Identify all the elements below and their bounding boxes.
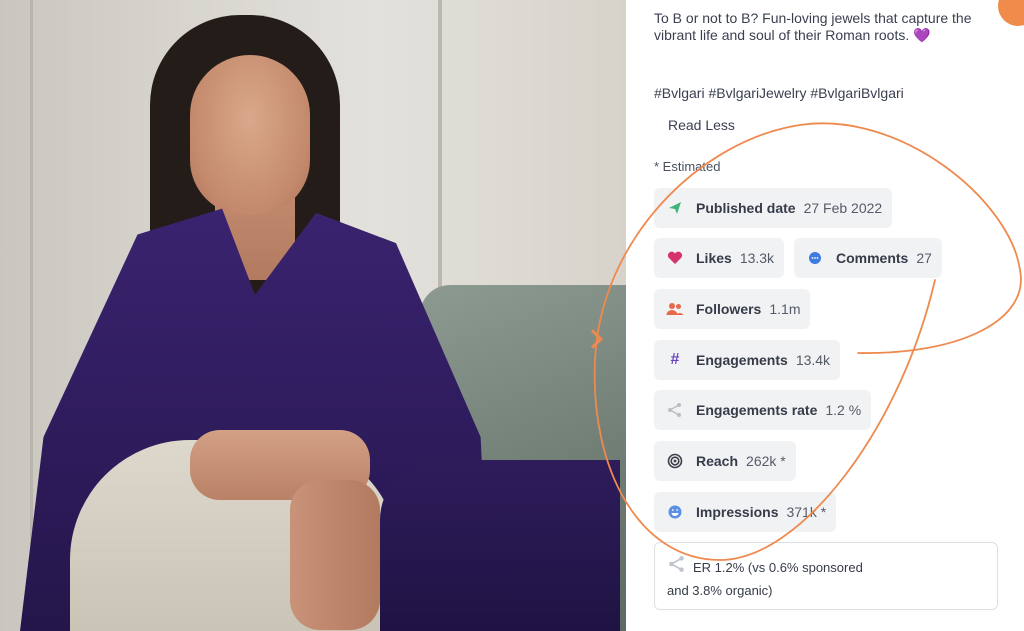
dress-skirt	[380, 460, 620, 631]
stat-comments: Comments 27	[794, 238, 942, 278]
stat-label: Published date	[696, 200, 796, 216]
stat-value: 13.3k	[739, 250, 775, 266]
hand-lower	[290, 480, 380, 630]
stat-engagements-rate: Engagements rate 1.2 %	[654, 390, 872, 430]
er-summary-line2: and 3.8% organic)	[667, 583, 773, 598]
stat-engagements: # Engagements 13.4k	[654, 340, 841, 380]
stat-value: 27 Feb 2022	[803, 200, 883, 216]
users-icon	[664, 298, 686, 320]
stat-label: Engagements	[696, 352, 788, 368]
smiley-icon	[664, 501, 686, 523]
read-less-link[interactable]: Read Less	[668, 117, 735, 133]
post-caption: To B or not to B? Fun-loving jewels that…	[654, 10, 972, 43]
target-icon	[664, 450, 686, 472]
post-hashtags[interactable]: #Bvlgari #BvlgariJewelry #BvlgariBvlgari	[654, 85, 904, 101]
share-icon	[664, 399, 686, 421]
heart-icon	[664, 247, 686, 269]
stat-reach: Reach 262k *	[654, 441, 796, 481]
er-summary-box: ER 1.2% (vs 0.6% sponsored and 3.8% orga…	[654, 542, 998, 610]
stat-followers: Followers 1.1m	[654, 289, 811, 329]
share-icon	[667, 555, 687, 580]
stat-published-date: Published date 27 Feb 2022	[654, 188, 893, 228]
stat-value: 13.4k	[795, 352, 831, 368]
stat-label: Reach	[696, 453, 739, 469]
stat-label: Impressions	[696, 504, 779, 520]
face	[190, 55, 310, 215]
stat-likes: Likes 13.3k	[654, 238, 785, 278]
stat-label: Engagements rate	[696, 402, 818, 418]
stat-label: Likes	[696, 250, 732, 266]
stat-value: 27	[916, 250, 932, 266]
stat-value: 1.2 %	[825, 402, 862, 418]
stat-value: 1.1m	[769, 301, 801, 317]
corner-badge[interactable]	[998, 0, 1024, 26]
stat-value: 371k *	[786, 504, 827, 520]
stat-label: Followers	[696, 301, 762, 317]
stat-value: 262k *	[746, 453, 786, 469]
send-icon	[664, 197, 686, 219]
estimated-note: * Estimated	[654, 159, 721, 174]
chat-bubble-icon	[804, 247, 826, 269]
hash-icon: #	[670, 351, 680, 368]
post-photo[interactable]	[0, 0, 626, 631]
post-details-panel: To B or not to B? Fun-loving jewels that…	[626, 0, 1024, 631]
wall-panel-line	[438, 0, 442, 300]
er-summary-line1: ER 1.2% (vs 0.6% sponsored	[693, 560, 863, 575]
stat-label: Comments	[836, 250, 909, 266]
stat-impressions: Impressions 371k *	[654, 492, 837, 532]
